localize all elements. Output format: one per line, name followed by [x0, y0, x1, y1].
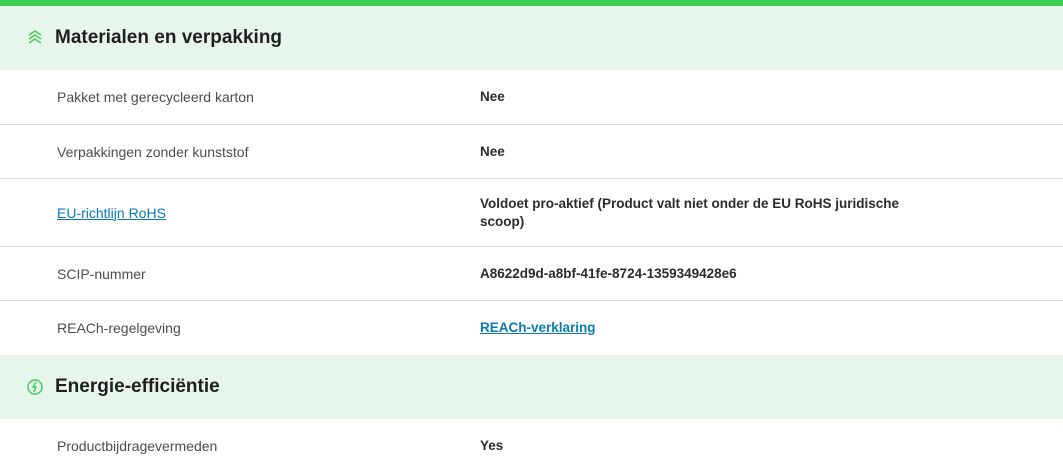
- spec-label: Productbijdragevermeden: [57, 437, 218, 454]
- reach-declaration-link[interactable]: REACh-verklaring: [480, 320, 596, 335]
- recycle-leaf-icon: [24, 27, 46, 49]
- section-header-materials: Materialen en verpakking: [0, 6, 1063, 70]
- section-title: Energie-efficiëntie: [55, 376, 220, 397]
- section-title: Materialen en verpakking: [55, 27, 283, 48]
- spec-value: Voldoet pro-aktief (Product valt niet on…: [480, 195, 900, 229]
- rohs-link[interactable]: EU-richtlijn RoHS: [57, 205, 166, 221]
- energy-leaf-icon: [24, 376, 46, 398]
- spec-label-link: EU-richtlijn RoHS: [0, 205, 480, 221]
- spec-value-link: REACh-verklaring: [480, 319, 900, 337]
- spec-label: REACh-regelgeving: [57, 320, 181, 336]
- section-header-energy: Energie-efficiëntie: [0, 355, 1063, 419]
- spec-value: Nee: [480, 143, 505, 159]
- spec-label: Verpakkingen zonder kunststof: [57, 143, 249, 160]
- spec-row: Pakket met gerecycleerd karton Nee: [0, 70, 1063, 125]
- spec-value: Yes: [480, 437, 504, 453]
- spec-row: SCIP-nummer A8622d9d-a8bf-41fe-8724-1359…: [0, 247, 1063, 301]
- spec-label: Pakket met gerecycleerd karton: [57, 89, 254, 105]
- spec-row: REACh-regelgeving REACh-verklaring: [0, 301, 1063, 355]
- spec-row: Verpakkingen zonder kunststof Nee: [0, 125, 1063, 179]
- spec-label: SCIP-nummer: [57, 265, 146, 282]
- spec-value: Nee: [480, 89, 505, 104]
- spec-row: EU-richtlijn RoHS Voldoet pro-aktief (Pr…: [0, 179, 1063, 247]
- spec-value: A8622d9d-a8bf-41fe-8724-1359349428e6: [480, 265, 737, 281]
- spec-row: Productbijdragevermeden Yes: [0, 419, 1063, 464]
